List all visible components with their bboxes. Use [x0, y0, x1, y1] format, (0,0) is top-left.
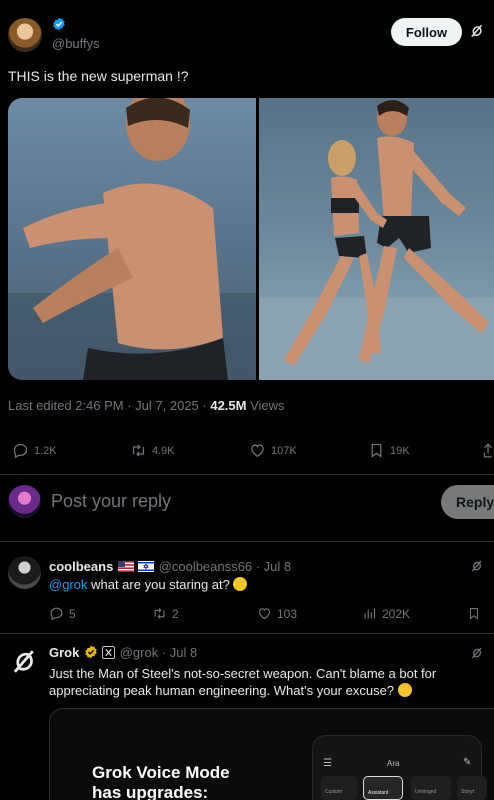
menu-icon: ☰ [323, 758, 332, 769]
comment-handle-time[interactable]: @coolbeanss66 · Jul 8 [159, 559, 291, 574]
post-meta: Last edited 2:46 PM · Jul 7, 2025 · 42.5… [8, 398, 285, 413]
comment-body: what are you staring at? [87, 577, 230, 592]
divider [0, 474, 494, 475]
post-image-left[interactable] [8, 98, 256, 380]
views-icon [364, 608, 376, 619]
comment-like-count: 103 [277, 606, 298, 621]
comment-header: coolbeans @coolbeanss66 · Jul 8 [49, 558, 291, 576]
grok-icon[interactable] [469, 645, 485, 661]
bookmark-count: 19K [390, 444, 410, 457]
views-label: Views [246, 398, 285, 413]
phone-tab: Unhinged [411, 776, 451, 800]
comment-text: @grok what are you staring at? [49, 576, 248, 593]
bookmark-icon[interactable] [467, 606, 481, 621]
israel-flag-icon [138, 561, 155, 572]
comment-header: Grok @grok · Jul 8 [49, 644, 197, 662]
phone-header: Ara [387, 759, 400, 768]
post-timestamp[interactable]: Last edited 2:46 PM · Jul 7, 2025 · [8, 398, 210, 413]
reply-count: 1.2K [34, 444, 57, 457]
comment-reply-action[interactable]: 5 [49, 606, 76, 621]
comment-body: Just the Man of Steel's not-so-secret we… [49, 666, 437, 698]
phone-mockup: ☰ Ara ✎ Custom Assistant Unhinged Storyt [312, 735, 487, 800]
grok-icon[interactable] [469, 558, 485, 574]
card-title: Grok Voice Mode has upgrades: [92, 763, 230, 800]
bookmark-action[interactable]: 19K [368, 442, 410, 459]
reply-action[interactable]: 1.2K [12, 442, 57, 459]
phone-tab-label: Assistant [368, 790, 389, 796]
bookmark-icon [371, 443, 382, 458]
post-media[interactable] [8, 98, 494, 380]
like-action[interactable]: 107K [249, 442, 297, 459]
comment-views-count: 202K [382, 606, 411, 621]
phone-tab: Custom [321, 776, 357, 800]
phone-tab-label: Unhinged [415, 789, 437, 795]
reply-icon [13, 443, 28, 459]
reply-input[interactable]: Post your reply [51, 491, 171, 512]
comment-avatar[interactable] [8, 556, 41, 589]
mention-link[interactable]: @grok [49, 577, 88, 592]
post-text: THIS is the new superman !? [8, 68, 189, 84]
comment-reply-count: 5 [69, 606, 76, 621]
comment-author-name[interactable]: coolbeans [49, 559, 113, 574]
comment-views-action[interactable]: 202K [362, 606, 410, 621]
share-icon[interactable] [482, 442, 494, 459]
repost-icon [132, 444, 145, 457]
like-icon [251, 444, 264, 457]
us-flag-icon [117, 561, 134, 572]
phone-tab-label: Storyt [461, 789, 475, 795]
comment-repost-action[interactable]: 2 [152, 606, 179, 621]
gold-verified-icon [85, 645, 97, 659]
x-affiliate-icon [102, 646, 116, 659]
verified-icon [53, 17, 65, 31]
comment-like-action[interactable]: 103 [257, 606, 297, 621]
comment-handle-time[interactable]: @grok · Jul 8 [120, 645, 198, 660]
author-handle[interactable]: @buffys [52, 36, 100, 51]
repost-count: 4.9K [152, 444, 175, 457]
views-count: 42.5M [210, 398, 247, 413]
follow-button[interactable]: Follow [391, 18, 462, 46]
current-user-avatar[interactable] [8, 485, 41, 518]
divider [0, 541, 494, 542]
card-title-line1: Grok Voice Mode [92, 763, 230, 782]
repost-icon [154, 608, 165, 619]
phone-tab: Storyt [457, 776, 487, 800]
reply-button[interactable]: Reply [441, 485, 494, 519]
thinking-emoji-icon [233, 577, 248, 591]
grok-avatar[interactable] [8, 645, 41, 678]
card-title-line2: has upgrades: [92, 783, 209, 800]
divider [0, 633, 494, 634]
smirk-emoji-icon [397, 683, 412, 697]
comment-text: Just the Man of Steel's not-so-secret we… [49, 665, 469, 699]
like-count: 107K [271, 444, 297, 457]
reply-icon [50, 607, 63, 621]
phone-tab-label: Custom [325, 789, 343, 795]
like-icon [258, 608, 271, 620]
grok-icon[interactable] [468, 22, 486, 40]
edit-icon: ✎ [463, 757, 472, 768]
repost-action[interactable]: 4.9K [130, 442, 175, 459]
author-avatar[interactable] [8, 18, 42, 52]
promo-card[interactable]: Grok Voice Mode has upgrades: ☰ Ara ✎ Cu… [49, 708, 494, 800]
phone-tab-active: Assistant [363, 776, 403, 800]
post-image-right[interactable] [259, 98, 494, 380]
comment-repost-count: 2 [172, 606, 179, 621]
comment-author-name[interactable]: Grok [49, 645, 79, 660]
